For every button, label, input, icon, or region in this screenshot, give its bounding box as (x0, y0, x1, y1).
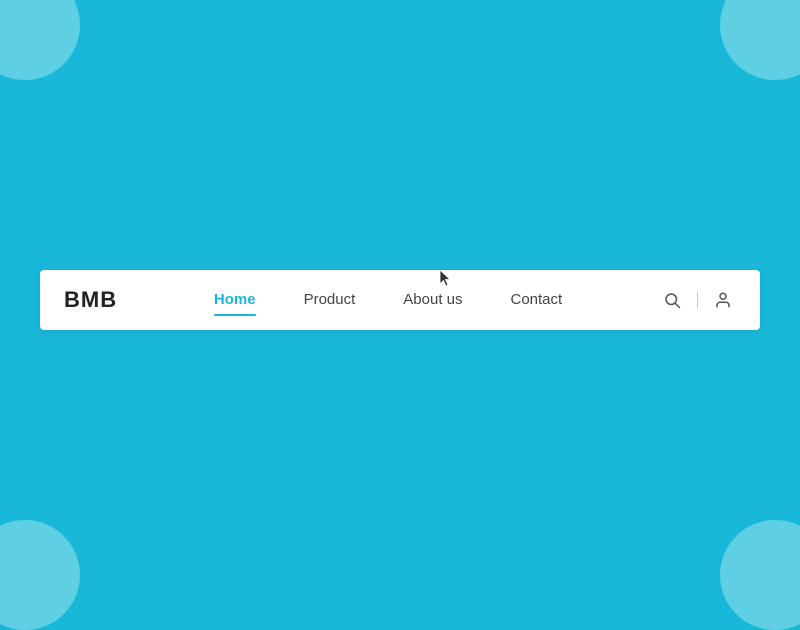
nav-item-about[interactable]: About us (403, 291, 462, 309)
nav-link-home[interactable]: Home (214, 291, 256, 312)
nav-menu: Home Product About us Contact (214, 291, 562, 309)
corner-decoration-bl (0, 520, 80, 630)
nav-link-product[interactable]: Product (304, 291, 356, 312)
nav-item-product[interactable]: Product (304, 291, 356, 309)
nav-item-home[interactable]: Home (214, 291, 256, 309)
nav-link-contact[interactable]: Contact (511, 291, 563, 312)
navbar: BMB Home Product About us Contact (40, 270, 760, 330)
user-icon (714, 291, 732, 309)
corner-decoration-br (720, 520, 800, 630)
navbar-actions (659, 287, 736, 313)
corner-decoration-tl (0, 0, 80, 80)
nav-item-contact[interactable]: Contact (511, 291, 563, 309)
nav-link-about[interactable]: About us (403, 291, 462, 312)
icon-divider (697, 291, 698, 309)
corner-decoration-tr (720, 0, 800, 80)
brand-logo[interactable]: BMB (64, 287, 117, 313)
search-button[interactable] (659, 287, 685, 313)
search-icon (663, 291, 681, 309)
user-button[interactable] (710, 287, 736, 313)
